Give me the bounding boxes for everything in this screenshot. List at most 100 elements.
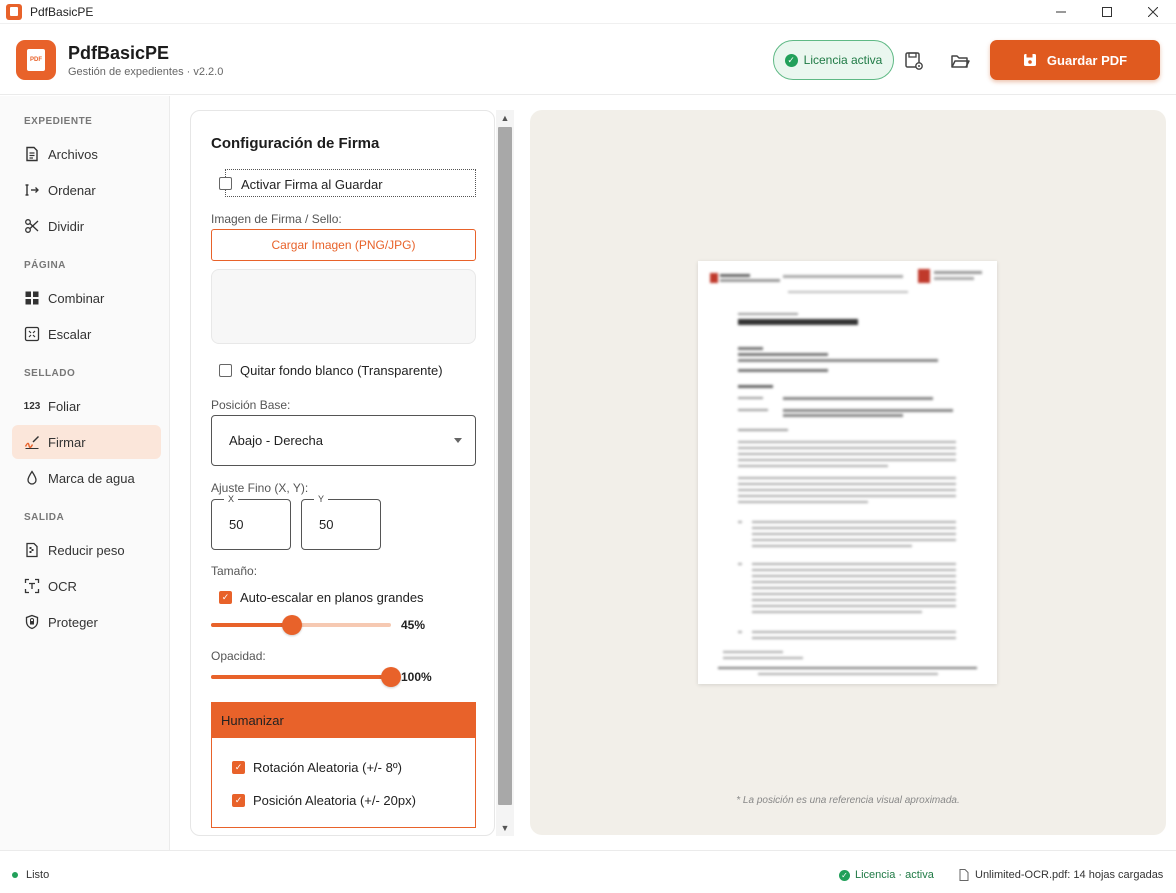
scale-icon	[24, 326, 40, 342]
opacity-slider-handle[interactable]	[381, 667, 401, 687]
size-slider[interactable]	[211, 615, 391, 635]
maximize-icon[interactable]	[1084, 0, 1130, 24]
status-license: ✓ Licencia · activa	[839, 869, 934, 881]
app-name: PdfBasicPE	[68, 43, 170, 63]
title-bar: PdfBasicPE	[0, 0, 1176, 24]
opacity-slider[interactable]	[211, 667, 401, 687]
opacity-slider-fill	[211, 675, 391, 679]
sidebar-item-label: Escalar	[48, 326, 92, 342]
sidebar-item-label: Combinar	[48, 290, 105, 306]
opacity-percentage: 100%	[401, 670, 432, 684]
window-title: PdfBasicPE	[30, 4, 94, 19]
close-icon[interactable]	[1130, 0, 1176, 24]
size-slider-handle[interactable]	[282, 615, 302, 635]
signature-config-panel: Configuración de Firma Activar Firma al …	[190, 110, 495, 836]
save-pdf-label: Guardar PDF	[1046, 52, 1128, 68]
upload-image-button[interactable]: Cargar Imagen (PNG/JPG)	[211, 229, 476, 261]
x-offset-input[interactable]: X 50	[211, 494, 291, 550]
status-state: Listo	[12, 869, 49, 881]
status-license-text: Licencia · activa	[855, 869, 934, 881]
sidebar-item-label: OCR	[48, 578, 77, 594]
save-pdf-button[interactable]: Guardar PDF	[990, 40, 1160, 80]
humanize-title: Humanizar	[212, 703, 475, 738]
size-percentage: 45%	[401, 618, 426, 632]
file-text-icon	[24, 146, 40, 162]
activate-signature-checkbox[interactable]: Activar Firma al Guardar	[219, 169, 476, 197]
sidebar-item-label: Foliar	[48, 398, 81, 414]
sort-icon	[24, 182, 40, 198]
checkbox-box[interactable]	[219, 364, 232, 377]
sidebar-item-foliar[interactable]: 123 Foliar	[12, 389, 161, 423]
sidebar-item-archivos[interactable]: Archivos	[12, 137, 161, 171]
random-rotation-label: Rotación Aleatoria (+/- 8º)	[253, 760, 402, 775]
file-icon	[959, 869, 969, 881]
remove-bg-checkbox[interactable]: Quitar fondo blanco (Transparente)	[219, 363, 443, 378]
sidebar-item-firmar[interactable]: Firmar	[12, 425, 161, 459]
sidebar-item-label: Ordenar	[48, 182, 96, 198]
y-value: 50	[319, 517, 334, 532]
license-badge[interactable]: ✓ Licencia activa	[773, 40, 894, 80]
floppy-icon	[1023, 54, 1036, 66]
checkbox-checked-icon[interactable]: ✓	[232, 761, 245, 774]
section-title-pagina: PÁGINA	[24, 260, 66, 271]
shield-icon	[24, 614, 40, 630]
check-circle-icon: ✓	[839, 869, 850, 881]
compress-icon	[24, 542, 40, 558]
sidebar-item-dividir[interactable]: Dividir	[12, 209, 161, 243]
blurred-document-content	[710, 269, 982, 675]
scroll-down-icon[interactable]: ▼	[496, 820, 514, 836]
sidebar-item-proteger[interactable]: Proteger	[12, 605, 161, 639]
fine-adjust-label: Ajuste Fino (X, Y):	[211, 481, 309, 495]
pdf-page-thumbnail[interactable]	[698, 261, 997, 684]
random-position-label: Posición Aleatoria (+/- 20px)	[253, 793, 416, 808]
humanize-group: Humanizar ✓ Rotación Aleatoria (+/- 8º) …	[211, 702, 476, 828]
document-preview: * La posición es una referencia visual a…	[530, 110, 1166, 835]
scroll-thumb[interactable]	[498, 127, 512, 805]
position-select[interactable]: Abajo - Derecha	[211, 415, 476, 466]
y-offset-input[interactable]: Y 50	[301, 494, 381, 550]
section-title-sellado: SELLADO	[24, 368, 76, 379]
sidebar-item-combinar[interactable]: Combinar	[12, 281, 161, 315]
panel-title: Configuración de Firma	[211, 135, 380, 152]
activate-signature-label: Activar Firma al Guardar	[241, 177, 383, 192]
x-tag: X	[224, 494, 239, 504]
check-circle-icon: ✓	[784, 53, 798, 67]
signature-image-preview[interactable]	[211, 269, 476, 344]
sidebar-item-ordenar[interactable]: Ordenar	[12, 173, 161, 207]
autoscale-checkbox[interactable]: ✓ Auto-escalar en planos grandes	[219, 590, 424, 605]
image-label: Imagen de Firma / Sello:	[211, 212, 342, 226]
drop-icon	[24, 470, 40, 486]
status-dot-icon	[12, 872, 18, 878]
sidebar: EXPEDIENTE Archivos Ordenar Dividir PÁGI…	[0, 96, 170, 850]
random-rotation-checkbox[interactable]: ✓ Rotación Aleatoria (+/- 8º)	[232, 760, 402, 775]
sidebar-item-label: Dividir	[48, 218, 85, 234]
minimize-icon[interactable]	[1038, 0, 1084, 24]
checkbox-checked-icon[interactable]: ✓	[219, 591, 232, 604]
status-bar: Listo ✓ Licencia · activa Unlimited-OCR.…	[0, 850, 1176, 893]
logo-text: PDF	[27, 49, 45, 71]
sidebar-item-escalar[interactable]: Escalar	[12, 317, 161, 351]
save-settings-icon[interactable]	[903, 50, 925, 72]
sidebar-item-label: Archivos	[48, 146, 98, 162]
random-position-checkbox[interactable]: ✓ Posición Aleatoria (+/- 20px)	[232, 793, 416, 808]
folder-open-icon[interactable]	[949, 50, 971, 72]
status-file: Unlimited-OCR.pdf: 14 hojas cargadas	[959, 869, 1163, 881]
position-value: Abajo - Derecha	[229, 433, 323, 448]
scroll-up-icon[interactable]: ▲	[496, 110, 514, 126]
sidebar-item-marca-de-agua[interactable]: Marca de agua	[12, 461, 161, 495]
panel-scrollbar[interactable]: ▲ ▼	[496, 110, 514, 836]
size-slider-fill	[211, 623, 292, 627]
sidebar-item-reducir-peso[interactable]: Reducir peso	[12, 533, 161, 567]
signature-icon	[24, 434, 40, 450]
license-label: Licencia activa	[803, 53, 883, 67]
window-controls	[1038, 0, 1176, 24]
position-label: Posición Base:	[211, 398, 291, 412]
sidebar-item-ocr[interactable]: OCR	[12, 569, 161, 603]
section-title-expediente: EXPEDIENTE	[24, 116, 93, 127]
checkbox-checked-icon[interactable]: ✓	[232, 794, 245, 807]
grid-icon	[24, 290, 40, 306]
section-title-salida: SALIDA	[24, 512, 65, 523]
ocr-icon	[24, 578, 40, 594]
preview-note: * La posición es una referencia visual a…	[736, 795, 960, 806]
checkbox-box[interactable]	[219, 177, 232, 190]
